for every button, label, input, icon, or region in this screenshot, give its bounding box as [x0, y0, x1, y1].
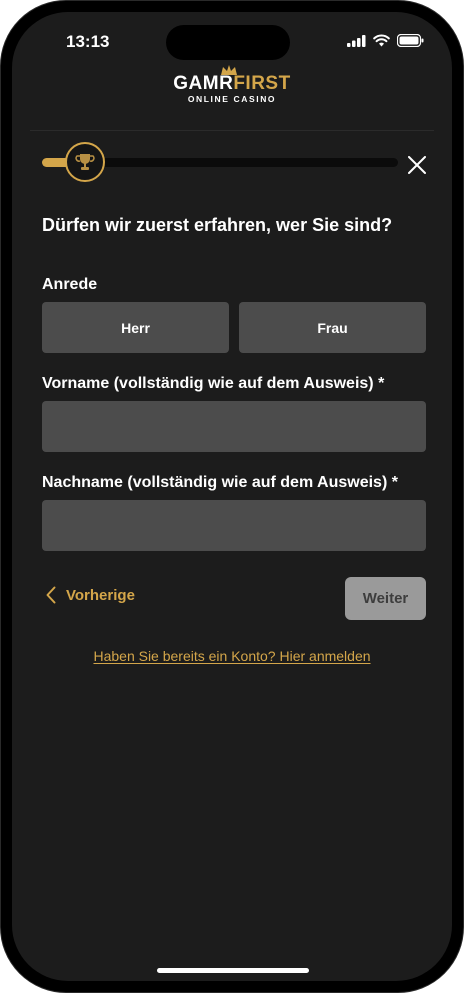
previous-label: Vorherige: [66, 586, 135, 604]
crown-icon: [221, 65, 238, 75]
progress-knob: [65, 142, 105, 182]
login-link-container: Haben Sie bereits ein Konto? Hier anmeld…: [12, 648, 452, 666]
previous-button[interactable]: Vorherige: [46, 586, 135, 604]
salutation-herr-button[interactable]: Herr: [42, 302, 229, 353]
status-time: 13:13: [66, 32, 110, 51]
login-link[interactable]: Haben Sie bereits ein Konto? Hier anmeld…: [93, 648, 370, 664]
logo-first: FIRST: [233, 73, 291, 94]
status-icons: [347, 34, 424, 47]
salutation-label: Anrede: [42, 276, 98, 293]
first-name-input[interactable]: [42, 401, 426, 452]
last-name-label: Nachname (vollständig wie auf dem Auswei…: [42, 474, 398, 491]
close-icon: [408, 156, 426, 174]
cellular-signal-icon: [347, 34, 366, 47]
brand-logo: GAMRFIRST ONLINE CASINO: [173, 65, 290, 104]
app-header: GAMRFIRST ONLINE CASINO: [12, 64, 452, 130]
next-button[interactable]: Weiter: [345, 577, 426, 620]
close-button[interactable]: [406, 154, 428, 176]
header-divider: [30, 130, 434, 131]
dynamic-island: [166, 25, 290, 60]
last-name-input[interactable]: [42, 500, 426, 551]
trophy-icon: [75, 154, 95, 170]
salutation-frau-button[interactable]: Frau: [239, 302, 426, 353]
wifi-icon: [373, 34, 390, 47]
home-indicator: [157, 968, 309, 973]
chevron-left-icon: [46, 586, 56, 604]
battery-icon: [397, 34, 424, 47]
logo-tagline: ONLINE CASINO: [187, 94, 277, 104]
logo-wordmark: GAMRFIRST: [173, 74, 290, 94]
phone-frame: 13:13 GAMRFIRST ONLINE CASINO Dürfen wir…: [0, 0, 464, 993]
form-question: Dürfen wir zuerst erfahren, wer Sie sind…: [42, 215, 393, 235]
first-name-label: Vorname (vollständig wie auf dem Ausweis…: [42, 375, 385, 392]
app-screen: 13:13 GAMRFIRST ONLINE CASINO Dürfen wir…: [12, 12, 452, 981]
